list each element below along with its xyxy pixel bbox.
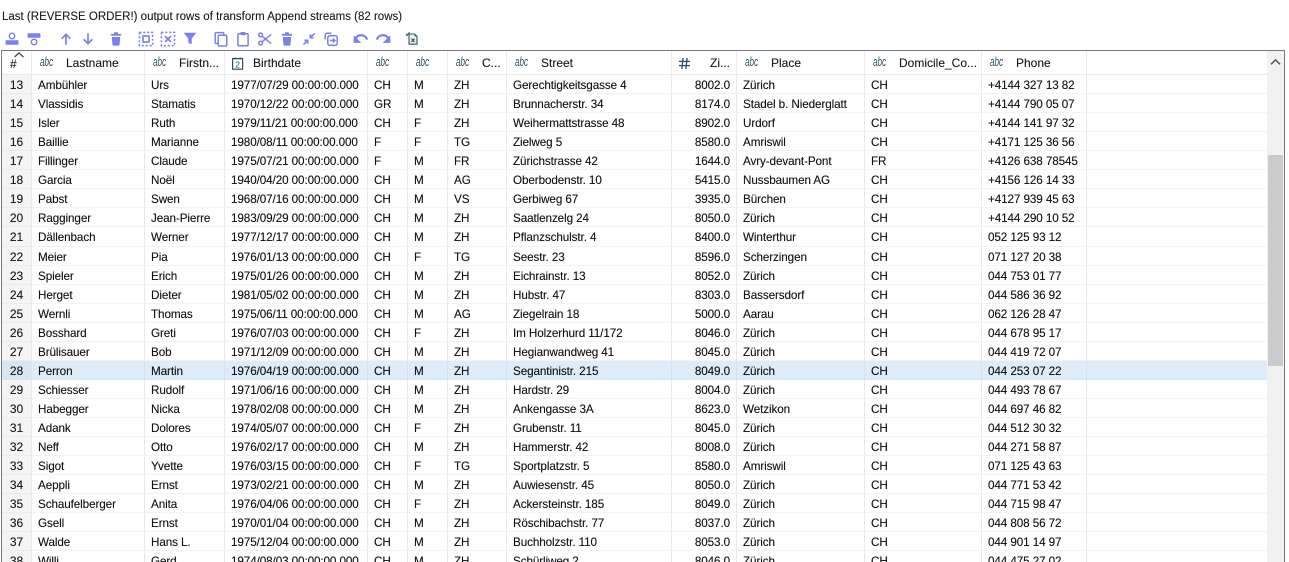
svg-text:2: 2 — [235, 59, 240, 69]
